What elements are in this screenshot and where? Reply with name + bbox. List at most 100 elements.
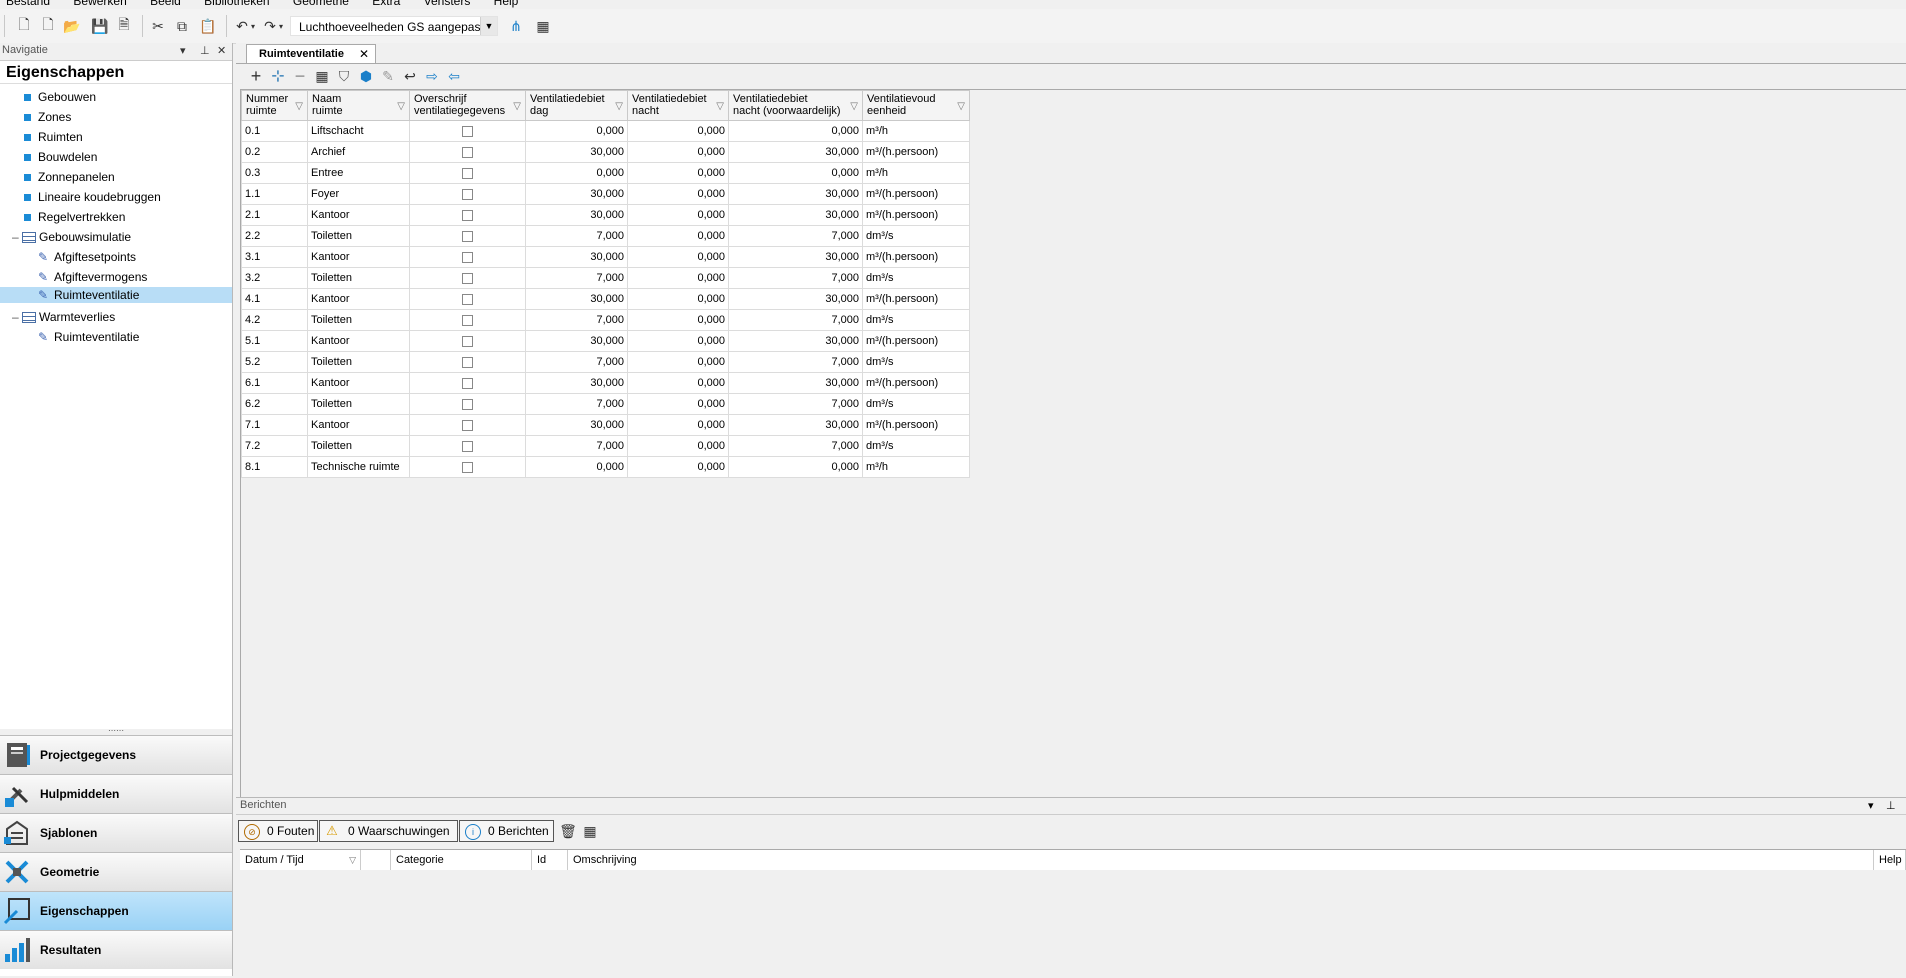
messages-filter-button[interactable]: i 0 Berichten — [459, 820, 554, 842]
column-header-nummer[interactable]: Nummer ruimte ▽ — [241, 90, 308, 121]
undo-dropdown-icon[interactable]: ▾ — [248, 16, 258, 36]
menu-beeld[interactable]: Beeld — [150, 0, 181, 8]
filter-icon[interactable]: ⛉ — [334, 66, 354, 86]
cell-eenheid[interactable]: m³/(h.persoon) — [862, 246, 970, 268]
cell-naam[interactable]: Foyer — [307, 183, 410, 205]
cell-naam[interactable]: Kantoor — [307, 372, 410, 394]
cell-nummer[interactable]: 1.1 — [241, 183, 308, 205]
cell-eenheid[interactable]: m³/(h.persoon) — [862, 141, 970, 163]
pin-icon[interactable]: ⊥ — [200, 44, 210, 57]
cell-nummer[interactable]: 0.2 — [241, 141, 308, 163]
cell-debiet-nacht-voorwaardelijk[interactable]: 7,000 — [728, 267, 863, 289]
override-checkbox[interactable] — [462, 356, 473, 368]
collapse-icon[interactable]: – — [12, 307, 22, 327]
new-file-icon[interactable]: 🗋 — [14, 16, 34, 36]
cell-debiet-dag[interactable]: 30,000 — [525, 246, 628, 268]
cell-overschrijf[interactable] — [409, 435, 526, 457]
cell-naam[interactable]: Entree — [307, 162, 410, 184]
cell-overschrijf[interactable] — [409, 120, 526, 142]
cell-debiet-nacht[interactable]: 0,000 — [627, 414, 729, 436]
tab-ruimteventilatie[interactable]: Ruimteventilatie ✕ — [246, 44, 376, 63]
cell-eenheid[interactable]: dm³/s — [862, 351, 970, 373]
nav-button-geometrie[interactable]: Geometrie — [0, 852, 232, 891]
override-checkbox[interactable] — [462, 293, 473, 305]
cell-naam[interactable]: Technische ruimte — [307, 456, 410, 478]
override-checkbox[interactable] — [462, 188, 473, 200]
column-filter-icon[interactable]: ▽ — [295, 101, 303, 113]
cell-debiet-nacht-voorwaardelijk[interactable]: 0,000 — [728, 162, 863, 184]
nav-button-eigenschappen[interactable]: Eigenschappen — [0, 891, 232, 930]
override-checkbox[interactable] — [462, 461, 473, 473]
table-row[interactable]: 0.3 Entree 0,000 0,000 0,000 m³/h — [241, 162, 970, 184]
export-icon[interactable]: ⇨ — [422, 66, 442, 86]
cell-naam[interactable]: Toiletten — [307, 351, 410, 373]
menu-vensters[interactable]: Vensters — [424, 0, 471, 8]
cell-eenheid[interactable]: m³/(h.persoon) — [862, 183, 970, 205]
override-checkbox[interactable] — [462, 230, 473, 242]
close-tab-icon[interactable]: ✕ — [359, 45, 369, 63]
collapse-icon[interactable]: – — [12, 227, 22, 247]
table-row[interactable]: 1.1 Foyer 30,000 0,000 30,000 m³/(h.persoon) — [241, 183, 970, 205]
column-header-debiet-nacht[interactable]: Ventilatiedebiet nacht ▽ — [627, 90, 729, 121]
tree-item-gebouwen[interactable]: Gebouwen — [24, 87, 96, 107]
share-icon[interactable]: ⋔ — [506, 16, 526, 36]
override-checkbox[interactable] — [462, 167, 473, 179]
tree-item-ruimten[interactable]: Ruimten — [24, 127, 83, 147]
cell-debiet-dag[interactable]: 0,000 — [525, 456, 628, 478]
cell-debiet-nacht-voorwaardelijk[interactable]: 0,000 — [728, 120, 863, 142]
override-checkbox[interactable] — [462, 272, 473, 284]
add-row-icon[interactable]: + — [246, 66, 266, 86]
cell-debiet-nacht[interactable]: 0,000 — [627, 267, 729, 289]
tree-item-bouwdelen[interactable]: Bouwdelen — [24, 147, 97, 167]
cell-nummer[interactable]: 4.2 — [241, 309, 308, 331]
nav-button-hulpmiddelen[interactable]: Hulpmiddelen — [0, 774, 232, 813]
column-header-id[interactable]: Id — [532, 850, 568, 870]
calculator-icon[interactable]: ▦ — [533, 16, 553, 36]
cell-nummer[interactable]: 4.1 — [241, 288, 308, 310]
cell-nummer[interactable]: 2.1 — [241, 204, 308, 226]
tree-item-ruimteventilatie[interactable]: ✎ Ruimteventilatie — [38, 327, 139, 347]
cell-debiet-dag[interactable]: 30,000 — [525, 414, 628, 436]
cell-debiet-nacht-voorwaardelijk[interactable]: 7,000 — [728, 225, 863, 247]
cell-debiet-dag[interactable]: 0,000 — [525, 162, 628, 184]
cell-debiet-nacht-voorwaardelijk[interactable]: 30,000 — [728, 288, 863, 310]
tree-item-warmteverlies[interactable]: – Warmteverlies — [12, 307, 115, 327]
cell-debiet-dag[interactable]: 7,000 — [525, 351, 628, 373]
cell-eenheid[interactable]: m³/(h.persoon) — [862, 204, 970, 226]
cell-debiet-nacht-voorwaardelijk[interactable]: 7,000 — [728, 393, 863, 415]
column-header-categorie[interactable]: Categorie — [391, 850, 532, 870]
menu-bibliotheken[interactable]: Bibliotheken — [204, 0, 269, 8]
column-filter-icon[interactable]: ▽ — [397, 101, 405, 113]
cell-nummer[interactable]: 6.1 — [241, 372, 308, 394]
save-as-icon[interactable]: 🗎 — [114, 16, 134, 36]
cell-naam[interactable]: Kantoor — [307, 288, 410, 310]
column-filter-icon[interactable]: ▽ — [615, 101, 623, 113]
cell-debiet-nacht[interactable]: 0,000 — [627, 246, 729, 268]
table-row[interactable]: 2.1 Kantoor 30,000 0,000 30,000 m³/(h.persoon… — [241, 204, 970, 226]
close-icon[interactable]: ✕ — [217, 44, 226, 57]
tree-item-ruimteventilatie-selected[interactable]: ✎ Ruimteventilatie — [0, 287, 232, 303]
cell-debiet-nacht-voorwaardelijk[interactable]: 30,000 — [728, 246, 863, 268]
cell-eenheid[interactable]: m³/(h.persoon) — [862, 330, 970, 352]
cell-eenheid[interactable]: m³/(h.persoon) — [862, 288, 970, 310]
cell-debiet-dag[interactable]: 7,000 — [525, 393, 628, 415]
save-icon[interactable]: 💾 — [90, 16, 110, 36]
cell-debiet-nacht-voorwaardelijk[interactable]: 7,000 — [728, 351, 863, 373]
cell-debiet-dag[interactable]: 0,000 — [525, 120, 628, 142]
cell-debiet-nacht[interactable]: 0,000 — [627, 372, 729, 394]
tree-item-afgiftevermogens[interactable]: ✎ Afgiftevermogens — [38, 267, 147, 287]
cell-debiet-nacht-voorwaardelijk[interactable]: 30,000 — [728, 414, 863, 436]
table-row[interactable]: 7.1 Kantoor 30,000 0,000 30,000 m³/(h.persoon… — [241, 414, 970, 436]
column-header-type[interactable] — [361, 850, 391, 870]
trash-icon[interactable]: 🗑 — [558, 821, 578, 841]
menu-bestand[interactable]: Bestand — [6, 0, 50, 8]
column-header-help[interactable]: Help — [1874, 850, 1906, 870]
cell-eenheid[interactable]: dm³/s — [862, 393, 970, 415]
cell-debiet-nacht[interactable]: 0,000 — [627, 141, 729, 163]
cell-overschrijf[interactable] — [409, 330, 526, 352]
menu-help[interactable]: Help — [494, 0, 519, 8]
column-header-naam[interactable]: Naam ruimte ▽ — [307, 90, 410, 121]
cell-overschrijf[interactable] — [409, 393, 526, 415]
dropdown-icon[interactable]: ▾ — [180, 44, 186, 57]
cell-overschrijf[interactable] — [409, 246, 526, 268]
